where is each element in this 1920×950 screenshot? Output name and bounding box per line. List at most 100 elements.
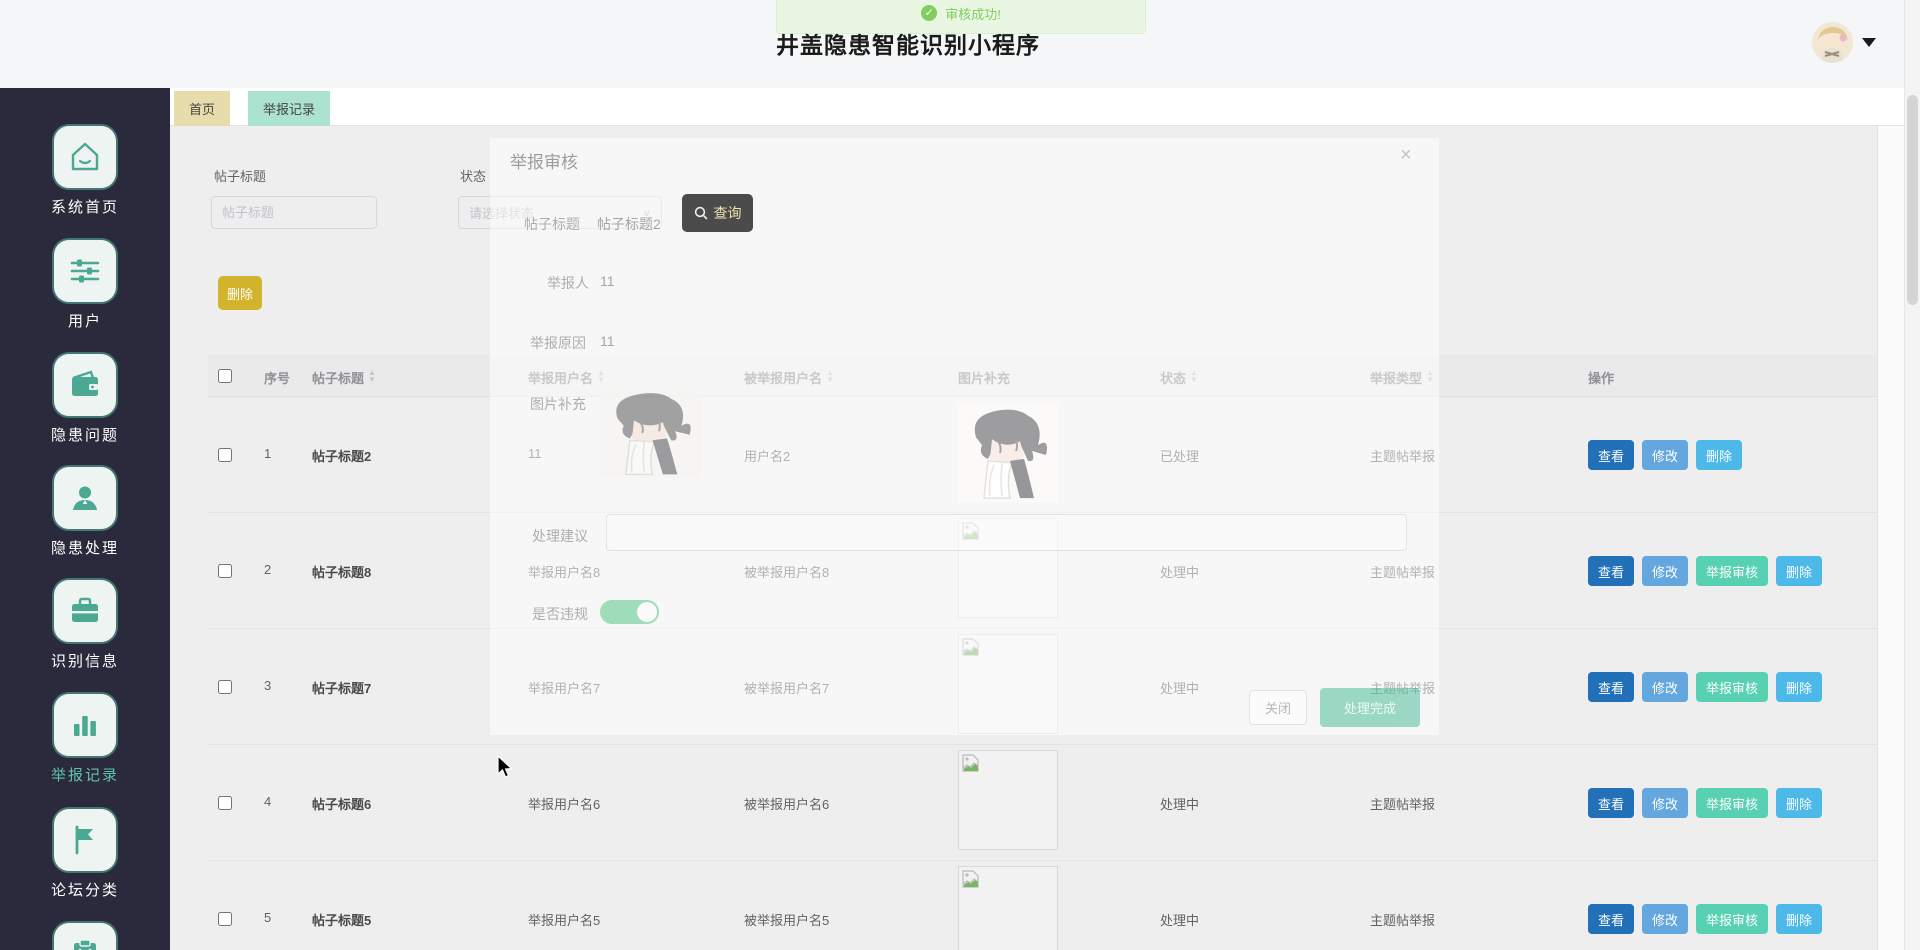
row-no: 5 bbox=[264, 910, 272, 925]
caret-down-icon[interactable] bbox=[1862, 38, 1876, 47]
row-delete-button[interactable]: 删除 bbox=[1776, 788, 1823, 818]
row-actions: 查看 修改 举报审核 删除 bbox=[1588, 904, 1823, 934]
sidebar-item-recognition-info[interactable]: 识别信息 bbox=[0, 580, 170, 671]
search-icon bbox=[694, 206, 708, 220]
row-edit-button[interactable]: 修改 bbox=[1642, 788, 1689, 818]
modal-title: 举报审核 bbox=[510, 153, 578, 172]
modal-advice-input[interactable] bbox=[606, 514, 1407, 551]
row-delete-button[interactable]: 删除 bbox=[1776, 556, 1823, 586]
sidebar-item-report-records[interactable]: 举报记录 bbox=[0, 694, 170, 785]
flag-icon bbox=[54, 809, 116, 871]
sidebar-item-users[interactable]: 用户 bbox=[0, 240, 170, 331]
sidebar-item-label: 隐患问题 bbox=[50, 427, 119, 444]
mouse-cursor-icon bbox=[497, 755, 513, 778]
modal-done-button[interactable]: 处理完成 bbox=[1320, 688, 1420, 727]
home-icon bbox=[54, 126, 116, 188]
row-view-button[interactable]: 查看 bbox=[1588, 672, 1635, 702]
row-view-button[interactable]: 查看 bbox=[1588, 904, 1635, 934]
modal-close-button[interactable]: 关闭 bbox=[1249, 690, 1307, 725]
row-edit-button[interactable]: 修改 bbox=[1642, 904, 1689, 934]
cell-post-title: 帖子标题6 bbox=[312, 797, 372, 812]
row-checkbox[interactable] bbox=[218, 448, 232, 462]
column-header-post_title[interactable]: 帖子标题 ▲ ▼ bbox=[312, 368, 376, 387]
broken-image-icon bbox=[958, 866, 1058, 950]
row-checkbox[interactable] bbox=[218, 680, 232, 694]
column-header-actions: 操作 bbox=[1588, 371, 1615, 386]
app-window: 井盖隐患智能识别小程序 ✓ 审核成功! 系统首页 用户 隐患问题 隐患处理 识别信息 举报… bbox=[0, 0, 1920, 950]
sidebar-item-hazard-handling[interactable]: 隐患处理 bbox=[0, 467, 170, 558]
modal-image-label: 图片补充 bbox=[530, 396, 586, 412]
avatar-image bbox=[1812, 22, 1853, 63]
violation-toggle[interactable] bbox=[600, 600, 659, 624]
row-edit-button[interactable]: 修改 bbox=[1642, 440, 1689, 470]
modal-violation-label: 是否违规 bbox=[532, 606, 588, 622]
row-review-button[interactable]: 举报审核 bbox=[1696, 788, 1769, 818]
sidebar-item-label: 隐患处理 bbox=[50, 540, 119, 557]
table-right-gutter bbox=[1877, 126, 1904, 950]
bar-chart-icon bbox=[54, 694, 116, 756]
row-review-button[interactable]: 举报审核 bbox=[1696, 672, 1769, 702]
page-scrollbar[interactable] bbox=[1904, 0, 1920, 950]
modal-advice-label: 处理建议 bbox=[532, 528, 588, 544]
status-field-label: 状态 bbox=[460, 169, 487, 184]
row-review-button[interactable]: 举报审核 bbox=[1696, 556, 1769, 586]
row-delete-button[interactable]: 删除 bbox=[1696, 440, 1743, 470]
cell-reporter: 举报用户名5 bbox=[528, 913, 601, 928]
cell-status: 处理中 bbox=[1160, 913, 1200, 928]
user-avatar[interactable] bbox=[1812, 22, 1853, 63]
select-all-checkbox[interactable] bbox=[218, 369, 232, 383]
sort-icon[interactable]: ▲▼ bbox=[368, 369, 376, 384]
sidebar-item-hazard-issues[interactable]: 隐患问题 bbox=[0, 354, 170, 445]
cell-post-title: 帖子标题2 bbox=[312, 449, 372, 464]
table-row: 4 帖子标题6 举报用户名6 被举报用户名6 处理中 主题帖举报 查看 修改 举报审核 删除 bbox=[208, 745, 1877, 861]
top-header: 井盖隐患智能识别小程序 ✓ 审核成功! bbox=[0, 0, 1920, 88]
row-delete-button[interactable]: 删除 bbox=[1776, 672, 1823, 702]
cell-post-title: 帖子标题5 bbox=[312, 913, 372, 928]
user-icon bbox=[54, 467, 116, 529]
row-edit-button[interactable]: 修改 bbox=[1642, 672, 1689, 702]
row-view-button[interactable]: 查看 bbox=[1588, 788, 1635, 818]
sidebar-item-label: 识别信息 bbox=[50, 653, 119, 670]
row-no: 3 bbox=[264, 678, 272, 693]
modal-reporter-label: 举报人 bbox=[547, 275, 589, 291]
sidebar-nav: 系统首页用户隐患问题隐患处理识别信息举报记录论坛分类 bbox=[0, 88, 170, 950]
report-review-modal: 举报审核 × 帖子标题 帖子标题2 举报人 11 举报原因 11 图片补充 处理… bbox=[490, 138, 1439, 735]
row-actions: 查看 修改 举报审核 删除 bbox=[1588, 672, 1823, 702]
tab-report-records[interactable]: 举报记录 bbox=[248, 91, 331, 126]
bulk-delete-button[interactable]: 删除 bbox=[218, 276, 262, 310]
cell-status: 处理中 bbox=[1160, 797, 1200, 812]
sidebar-item-label: 用户 bbox=[67, 313, 102, 330]
query-button[interactable]: 查询 bbox=[682, 194, 753, 232]
tab-home[interactable]: 首页 bbox=[174, 91, 231, 126]
cell-post-title: 帖子标题8 bbox=[312, 565, 372, 580]
post-title-input[interactable] bbox=[211, 196, 377, 229]
cell-reported: 被举报用户名5 bbox=[744, 913, 830, 928]
row-delete-button[interactable]: 删除 bbox=[1776, 904, 1823, 934]
modal-reporter-value: 11 bbox=[600, 273, 615, 289]
cell-post-title: 帖子标题7 bbox=[312, 681, 372, 696]
sidebar-item-bottom-partial[interactable] bbox=[0, 923, 170, 950]
row-edit-button[interactable]: 修改 bbox=[1642, 556, 1689, 586]
row-no: 4 bbox=[264, 794, 272, 809]
row-checkbox[interactable] bbox=[218, 796, 232, 810]
row-review-button[interactable]: 举报审核 bbox=[1696, 904, 1769, 934]
modal-supplement-image bbox=[599, 388, 702, 478]
sidebar-item-label: 系统首页 bbox=[50, 199, 119, 216]
scrollbar-thumb[interactable] bbox=[1907, 95, 1918, 305]
wallet-icon bbox=[54, 354, 116, 416]
row-checkbox[interactable] bbox=[218, 912, 232, 926]
row-view-button[interactable]: 查看 bbox=[1588, 556, 1635, 586]
check-circle-icon: ✓ bbox=[921, 5, 938, 21]
row-actions: 查看 修改 举报审核 删除 bbox=[1588, 788, 1823, 818]
sidebar-item-forum-categories[interactable]: 论坛分类 bbox=[0, 809, 170, 900]
toggle-knob bbox=[637, 602, 657, 622]
table-row: 5 帖子标题5 举报用户名5 被举报用户名5 处理中 主题帖举报 查看 修改 举报审核 删除 bbox=[208, 861, 1877, 950]
row-checkbox[interactable] bbox=[218, 564, 232, 578]
tab-bar: 首页 举报记录 bbox=[170, 88, 1920, 126]
sidebar-item-home[interactable]: 系统首页 bbox=[0, 126, 170, 217]
row-view-button[interactable]: 查看 bbox=[1588, 440, 1635, 470]
modal-body: 举报审核 × 帖子标题 帖子标题2 举报人 11 举报原因 11 图片补充 处理… bbox=[490, 138, 1439, 735]
close-icon[interactable]: × bbox=[1400, 144, 1412, 167]
cell-reported: 被举报用户名6 bbox=[744, 797, 830, 812]
row-no: 2 bbox=[264, 562, 272, 577]
